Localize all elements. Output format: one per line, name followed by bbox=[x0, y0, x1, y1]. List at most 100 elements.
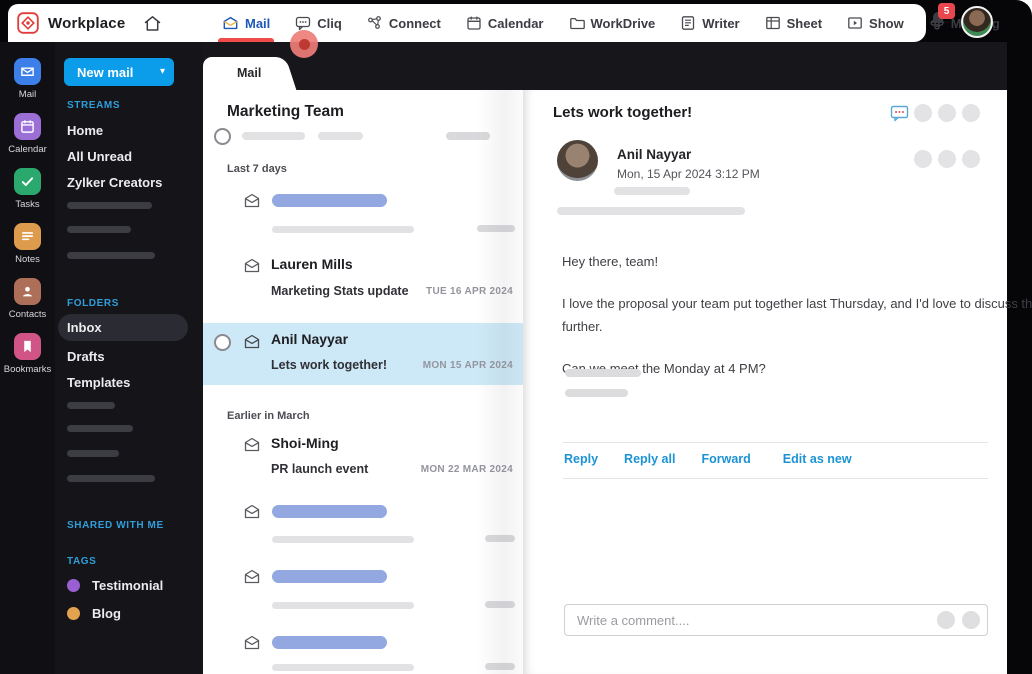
email-select-radio[interactable] bbox=[214, 334, 231, 351]
envelope-icon bbox=[244, 504, 260, 519]
workplace-logo-icon bbox=[17, 12, 39, 34]
select-all-radio[interactable] bbox=[214, 128, 231, 145]
sidebar-skeleton-bar bbox=[67, 202, 152, 209]
nav-mail[interactable]: Mail bbox=[217, 4, 275, 42]
sender-avatar bbox=[557, 140, 598, 181]
action-circle[interactable] bbox=[938, 150, 956, 168]
sender-name: Anil Nayyar bbox=[617, 147, 692, 162]
reply-all-button[interactable]: Reply all bbox=[624, 452, 675, 466]
cliq-icon bbox=[296, 16, 311, 31]
action-circle[interactable] bbox=[914, 150, 932, 168]
home-button[interactable] bbox=[143, 14, 162, 33]
envelope-icon bbox=[244, 334, 260, 349]
app-rail: Mail Calendar Tasks Notes Contacts Bookm… bbox=[0, 42, 55, 674]
detail-toolbar-skeleton bbox=[914, 104, 980, 122]
email-detail-title: Lets work together! bbox=[553, 104, 693, 121]
toolbar-circle[interactable] bbox=[914, 104, 932, 122]
sidebar-item-drafts[interactable]: Drafts bbox=[67, 349, 105, 364]
sidebar-item-all-unread[interactable]: All Unread bbox=[67, 149, 132, 164]
nav-calendar[interactable]: Calendar bbox=[466, 4, 544, 42]
reply-button[interactable]: Reply bbox=[564, 452, 598, 466]
chevron-down-icon: ▾ bbox=[159, 66, 165, 77]
body-paragraph: Hey there, team! bbox=[562, 254, 659, 269]
nav-sheet-label: Sheet bbox=[786, 15, 823, 31]
tag-blog[interactable]: Blog bbox=[67, 606, 121, 621]
forward-button[interactable]: Forward bbox=[701, 452, 750, 466]
mail-detail-pane: Lets work together! Anil Nayyar Mon, 15 … bbox=[523, 90, 1032, 674]
nav-connect[interactable]: Connect bbox=[367, 4, 441, 42]
streams-section-label: STREAMS bbox=[67, 100, 121, 111]
workdrive-icon bbox=[569, 17, 585, 30]
rail-item-contacts[interactable]: Contacts bbox=[8, 278, 47, 320]
user-avatar[interactable] bbox=[961, 6, 993, 38]
email-subject: Lets work together! bbox=[271, 358, 387, 372]
rail-item-tasks[interactable]: Tasks bbox=[14, 168, 41, 210]
envelope-icon bbox=[244, 258, 260, 273]
mail-list-pane: Marketing Team Last 7 days Lauren Mills … bbox=[203, 90, 523, 674]
rail-mail-icon bbox=[14, 58, 41, 85]
rail-notes-icon bbox=[14, 223, 41, 250]
home-icon bbox=[145, 15, 161, 31]
nav-connect-label: Connect bbox=[388, 15, 441, 31]
comment-box bbox=[564, 604, 988, 636]
sidebar-skeleton-bar bbox=[67, 475, 155, 482]
comment-input[interactable] bbox=[565, 612, 937, 628]
tag-testimonial[interactable]: Testimonial bbox=[67, 578, 163, 593]
sidebar-item-templates[interactable]: Templates bbox=[67, 375, 130, 390]
list-skeleton-sender bbox=[272, 636, 387, 649]
toolbar-circle[interactable] bbox=[938, 104, 956, 122]
nav-show-label: Show bbox=[869, 15, 904, 31]
nav-sheet[interactable]: Sheet bbox=[765, 4, 822, 42]
action-circle[interactable] bbox=[962, 150, 980, 168]
signature-skeleton-bar bbox=[565, 389, 628, 397]
brand[interactable]: Workplace bbox=[8, 11, 125, 35]
reply-actions: Reply Reply all Forward Edit as new bbox=[564, 452, 852, 466]
tags-section-label: TAGS bbox=[67, 556, 97, 567]
edit-as-new-button[interactable]: Edit as new bbox=[783, 452, 852, 466]
sidebar-skeleton-bar bbox=[67, 450, 119, 457]
divider bbox=[563, 478, 988, 479]
mail-tab[interactable]: Mail bbox=[203, 57, 275, 90]
rail-tasks-label: Tasks bbox=[15, 199, 40, 210]
sidebar-skeleton-bar bbox=[67, 425, 133, 432]
comment-action-circle[interactable] bbox=[962, 611, 980, 629]
envelope-icon bbox=[244, 635, 260, 650]
sidebar-item-home[interactable]: Home bbox=[67, 123, 103, 138]
group-label-earlier: Earlier in March bbox=[227, 410, 310, 422]
message-actions-skeleton bbox=[914, 150, 980, 168]
email-row-anil-nayyar-selected[interactable]: Anil Nayyar Lets work together! MON 15 A… bbox=[203, 323, 523, 385]
toolbar-circle[interactable] bbox=[962, 104, 980, 122]
rail-item-bookmarks[interactable]: Bookmarks bbox=[4, 333, 51, 375]
nav-show[interactable]: Show bbox=[847, 4, 904, 42]
comment-action-circle[interactable] bbox=[937, 611, 955, 629]
rail-item-mail[interactable]: Mail bbox=[14, 58, 41, 100]
rail-item-notes[interactable]: Notes bbox=[14, 223, 41, 265]
comments-icon[interactable] bbox=[890, 104, 909, 123]
nav-writer[interactable]: Writer bbox=[680, 4, 740, 42]
show-icon bbox=[848, 17, 862, 29]
content-header-strip: Mail bbox=[203, 42, 1007, 90]
workplace-app: Workplace Mail Cliq Connect Calendar Wor… bbox=[0, 0, 1032, 674]
sidebar-skeleton-bar bbox=[67, 226, 131, 233]
nav-workdrive[interactable]: WorkDrive bbox=[569, 4, 656, 42]
list-skeleton-date bbox=[477, 225, 515, 232]
connect-icon bbox=[367, 16, 381, 29]
email-sender: Lauren Mills bbox=[271, 256, 353, 272]
sidebar-item-zylker-creators[interactable]: Zylker Creators bbox=[67, 175, 162, 190]
tag-testimonial-label: Testimonial bbox=[92, 578, 164, 593]
sidebar-skeleton-bar bbox=[67, 402, 115, 409]
list-skeleton-subject bbox=[272, 226, 414, 233]
tag-dot-purple bbox=[67, 579, 80, 592]
nav-workdrive-label: WorkDrive bbox=[590, 15, 656, 31]
envelope-icon bbox=[244, 437, 260, 452]
rail-tasks-icon bbox=[14, 168, 41, 195]
rail-item-calendar[interactable]: Calendar bbox=[8, 113, 47, 155]
nav-cliq-label: Cliq bbox=[317, 15, 342, 31]
list-skeleton-bar bbox=[242, 132, 305, 140]
sidebar-item-inbox[interactable]: Inbox bbox=[67, 320, 102, 335]
new-mail-button[interactable]: New mail ▾ bbox=[64, 58, 174, 86]
rail-contacts-label: Contacts bbox=[8, 309, 47, 320]
group-label-recent: Last 7 days bbox=[227, 163, 287, 175]
notifications-button[interactable]: 5 bbox=[928, 3, 955, 36]
list-skeleton-subject bbox=[272, 664, 414, 671]
